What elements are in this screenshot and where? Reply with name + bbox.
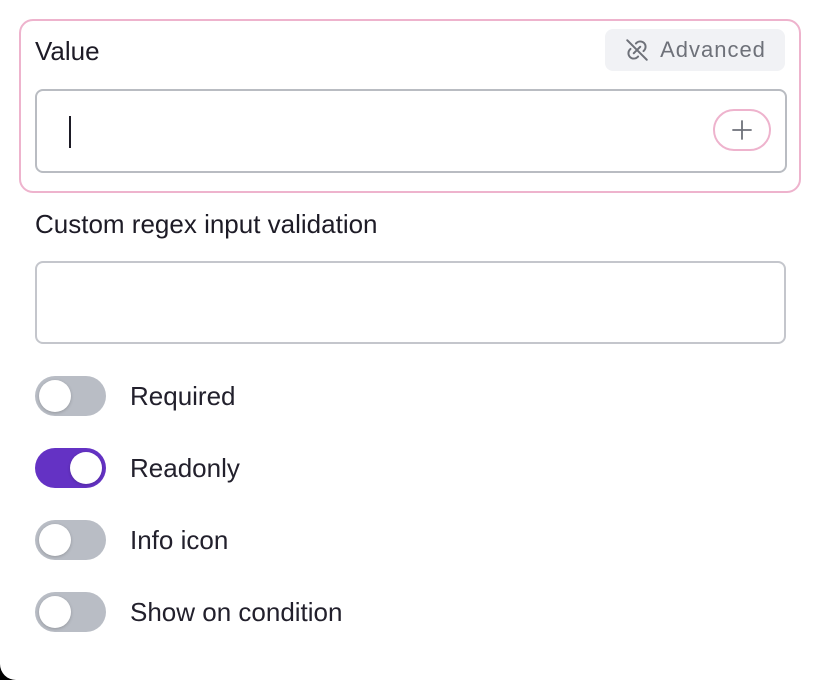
toggle-row-readonly: Readonly (35, 448, 240, 488)
toggle-row-show-on-condition: Show on condition (35, 592, 342, 632)
add-variable-button[interactable] (713, 109, 771, 151)
toggle-knob (39, 380, 71, 412)
required-label: Required (130, 381, 236, 411)
text-caret (69, 116, 71, 148)
regex-label: Custom regex input validation (35, 209, 378, 239)
value-section: Value Advanced (19, 19, 801, 193)
info-icon-label: Info icon (130, 525, 229, 555)
field-settings-panel: Value Advanced Custom regex input valida… (0, 0, 822, 680)
advanced-label: Advanced (660, 37, 766, 62)
regex-input[interactable] (35, 261, 786, 344)
required-toggle[interactable] (35, 376, 106, 416)
link-off-icon (624, 37, 650, 63)
value-label: Value (35, 36, 100, 66)
show-on-condition-toggle[interactable] (35, 592, 106, 632)
toggle-row-info-icon: Info icon (35, 520, 228, 560)
toggle-knob (39, 596, 71, 628)
show-on-condition-label: Show on condition (130, 597, 343, 627)
value-input[interactable] (35, 89, 787, 173)
toggle-knob (70, 452, 102, 484)
readonly-label: Readonly (130, 453, 240, 483)
toggle-row-required: Required (35, 376, 236, 416)
advanced-button[interactable]: Advanced (605, 29, 785, 71)
toggle-knob (39, 524, 71, 556)
info-icon-toggle[interactable] (35, 520, 106, 560)
readonly-toggle[interactable] (35, 448, 106, 488)
plus-icon (730, 118, 754, 142)
